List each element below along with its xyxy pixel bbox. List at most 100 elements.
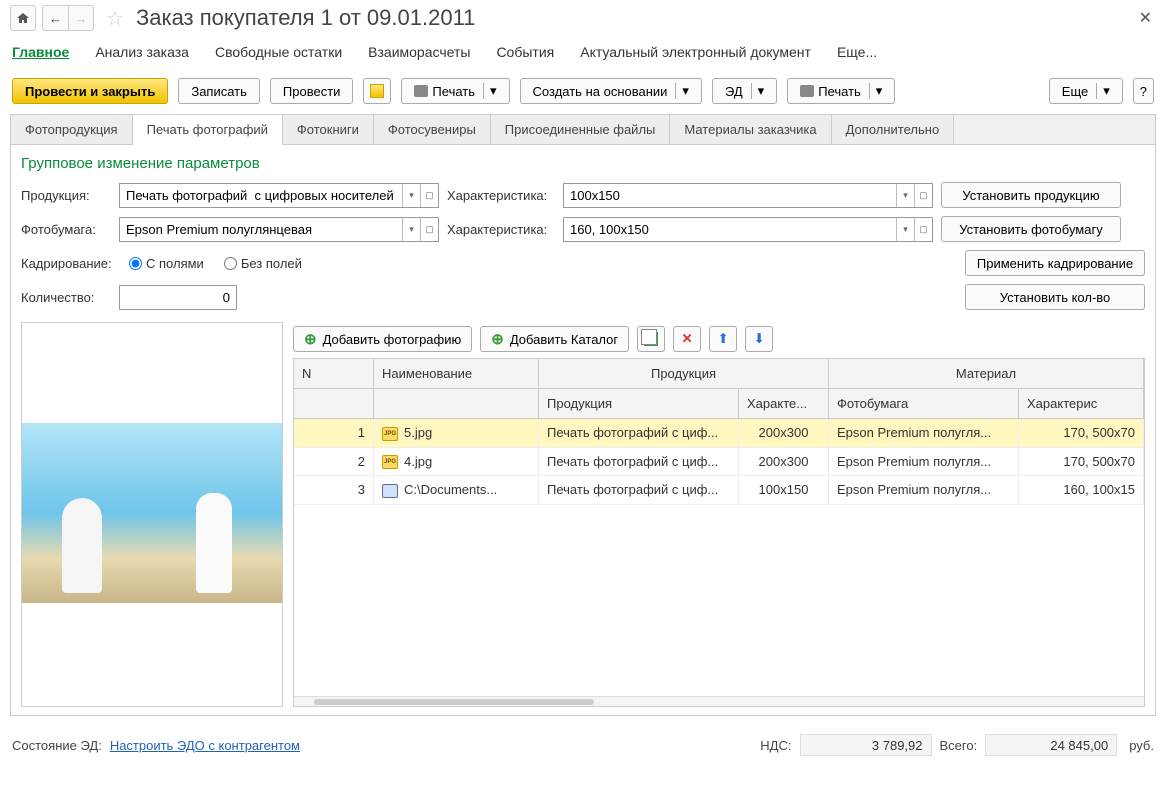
char-paper-combo[interactable]: ▾ ▢ xyxy=(563,217,933,242)
home-button[interactable] xyxy=(10,5,36,31)
write-button[interactable]: Записать xyxy=(178,78,260,104)
delete-row-button[interactable]: ✕ xyxy=(673,326,701,352)
tab-photobooks[interactable]: Фотокниги xyxy=(283,115,374,144)
horizontal-scrollbar[interactable] xyxy=(294,696,1144,706)
configure-edo-link[interactable]: Настроить ЭДО с контрагентом xyxy=(110,738,300,753)
cell-paper: Epson Premium полугля... xyxy=(829,448,1019,476)
print2-dropdown[interactable]: Печать▾ xyxy=(787,78,895,104)
total-value: 24 845,00 xyxy=(985,734,1117,756)
create-based-dropdown[interactable]: Создать на основании▾ xyxy=(520,78,702,104)
cell-char: 200х300 xyxy=(739,419,829,447)
char-label-2: Характеристика: xyxy=(447,222,555,237)
ed-dropdown[interactable]: ЭД▾ xyxy=(712,78,777,104)
col-material-group[interactable]: Материал xyxy=(829,359,1144,388)
favorite-star-icon[interactable]: ☆ xyxy=(106,6,124,31)
table-row[interactable]: 1 5.jpg Печать фотографий с циф... 200х3… xyxy=(294,419,1144,448)
set-paper-button[interactable]: Установить фотобумагу xyxy=(941,216,1121,242)
cell-paper-char: 170, 500х70 xyxy=(1019,419,1144,447)
nav-stock[interactable]: Свободные остатки xyxy=(215,44,342,60)
subtabs: Фотопродукция Печать фотографий Фотокниг… xyxy=(11,115,1155,145)
back-button[interactable]: ← xyxy=(42,5,68,31)
nav-events[interactable]: События xyxy=(496,44,554,60)
char-paper-input[interactable] xyxy=(564,218,896,241)
col-name[interactable]: Наименование xyxy=(374,359,539,388)
add-photo-label: Добавить фотографию xyxy=(323,332,462,347)
paper-label: Фотобумага: xyxy=(21,222,111,237)
tab-additional[interactable]: Дополнительно xyxy=(832,115,955,144)
move-up-button[interactable]: ⬆ xyxy=(709,326,737,352)
table-row[interactable]: 3 C:\Documents... Печать фотографий с ци… xyxy=(294,476,1144,505)
section-title: Групповое изменение параметров xyxy=(11,145,1155,178)
add-folder-button[interactable]: ⊕Добавить Каталог xyxy=(480,326,629,352)
chevron-down-icon: ▾ xyxy=(675,83,689,99)
cell-product: Печать фотографий с циф... xyxy=(539,419,739,447)
chevron-down-icon[interactable]: ▾ xyxy=(896,218,914,241)
more-dropdown[interactable]: Еще▾ xyxy=(1049,78,1123,104)
cell-name: 5.jpg xyxy=(374,419,539,447)
product-combo[interactable]: ▾ ▢ xyxy=(119,183,439,208)
tab-customer-materials[interactable]: Материалы заказчика xyxy=(670,115,831,144)
open-icon[interactable]: ▢ xyxy=(420,184,438,207)
post-and-close-button[interactable]: Провести и закрыть xyxy=(12,78,168,104)
col-paper-char[interactable]: Характерис xyxy=(1019,389,1144,418)
copy-row-button[interactable] xyxy=(637,326,665,352)
nav-main[interactable]: Главное xyxy=(12,44,69,60)
chevron-down-icon: ▾ xyxy=(751,83,765,99)
col-paper[interactable]: Фотобумага xyxy=(829,389,1019,418)
nav-settlements[interactable]: Взаиморасчеты xyxy=(368,44,470,60)
nav-edoc[interactable]: Актуальный электронный документ xyxy=(580,44,811,60)
attachment-icon xyxy=(370,84,384,98)
col-n[interactable]: N xyxy=(294,359,374,388)
tab-photoproduction[interactable]: Фотопродукция xyxy=(11,115,133,144)
nav-more[interactable]: Еще... xyxy=(837,44,877,60)
chevron-down-icon[interactable]: ▾ xyxy=(402,218,420,241)
scroll-thumb[interactable] xyxy=(314,699,594,705)
tab-attached[interactable]: Присоединенные файлы xyxy=(491,115,671,144)
arrow-left-icon: ← xyxy=(49,11,62,26)
radio-no-margins[interactable]: Без полей xyxy=(224,256,302,271)
open-icon[interactable]: ▢ xyxy=(420,218,438,241)
nav-analysis[interactable]: Анализ заказа xyxy=(95,44,189,60)
total-label: Всего: xyxy=(940,738,978,753)
open-icon[interactable]: ▢ xyxy=(914,218,932,241)
attachment-button[interactable] xyxy=(363,78,391,104)
product-input[interactable] xyxy=(120,184,402,207)
col-product[interactable]: Продукция xyxy=(539,389,739,418)
figure-icon xyxy=(62,498,102,593)
cell-product: Печать фотографий с циф... xyxy=(539,448,739,476)
move-down-button[interactable]: ⬇ xyxy=(745,326,773,352)
currency-label: руб. xyxy=(1129,738,1154,753)
tab-souvenirs[interactable]: Фотосувениры xyxy=(374,115,491,144)
col-char[interactable]: Характе... xyxy=(739,389,829,418)
char-product-combo[interactable]: ▾ ▢ xyxy=(563,183,933,208)
print-dropdown[interactable]: Печать▾ xyxy=(401,78,509,104)
open-icon[interactable]: ▢ xyxy=(914,184,932,207)
set-qty-button[interactable]: Установить кол-во xyxy=(965,284,1145,310)
char-product-input[interactable] xyxy=(564,184,896,207)
product-label: Продукция: xyxy=(21,188,111,203)
apply-framing-button[interactable]: Применить кадрирование xyxy=(965,250,1145,276)
forward-button[interactable]: → xyxy=(68,5,94,31)
cell-paper-char: 170, 500х70 xyxy=(1019,448,1144,476)
vat-value: 3 789,92 xyxy=(800,734,932,756)
with-margins-label: С полями xyxy=(146,256,204,271)
cell-n: 2 xyxy=(294,448,374,476)
cell-char: 200х300 xyxy=(739,448,829,476)
paper-combo[interactable]: ▾ ▢ xyxy=(119,217,439,242)
radio-with-margins[interactable]: С полями xyxy=(129,256,204,271)
print-label: Печать xyxy=(432,84,475,99)
cell-char: 100х150 xyxy=(739,476,829,504)
chevron-down-icon[interactable]: ▾ xyxy=(402,184,420,207)
post-button[interactable]: Провести xyxy=(270,78,354,104)
chevron-down-icon[interactable]: ▾ xyxy=(896,184,914,207)
paper-input[interactable] xyxy=(120,218,402,241)
col-product-group[interactable]: Продукция xyxy=(539,359,829,388)
add-photo-button[interactable]: ⊕Добавить фотографию xyxy=(293,326,472,352)
close-button[interactable]: ✕ xyxy=(1135,4,1156,32)
tab-photo-print[interactable]: Печать фотографий xyxy=(133,115,283,145)
qty-label: Количество: xyxy=(21,290,111,305)
qty-input[interactable] xyxy=(119,285,237,310)
table-row[interactable]: 2 4.jpg Печать фотографий с циф... 200х3… xyxy=(294,448,1144,477)
set-product-button[interactable]: Установить продукцию xyxy=(941,182,1121,208)
help-button[interactable]: ? xyxy=(1133,78,1154,104)
